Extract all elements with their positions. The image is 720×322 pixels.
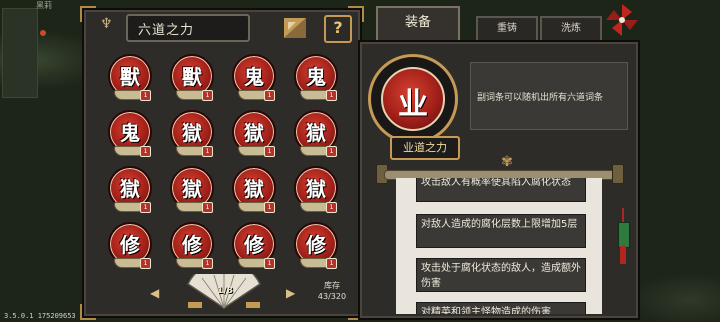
power-token[interactable]: 獄1 [108,166,152,220]
tab-equip[interactable]: 装备 [376,6,460,42]
token-badge: 1 [140,258,151,269]
panel-title-tab: 六道之力 [126,14,250,42]
world-label: 黑莉 [36,1,52,10]
token-badge: 1 [140,146,151,157]
version-label: 3.5.0.1 175209653 [4,312,76,320]
token-badge: 1 [264,202,275,213]
power-token[interactable]: 獸1 [170,54,214,108]
power-token[interactable]: 獄1 [294,166,338,220]
next-page-arrow-icon[interactable]: ▶ [286,286,295,300]
world-decoration [40,30,46,36]
token-glyph: 獸 [120,65,140,89]
affix-entry: 对敌人造成的腐化层数上限增加5层 [416,214,586,248]
token-glyph: 獄 [182,121,202,145]
token-glyph: 修 [120,233,140,257]
sort-button[interactable] [282,16,308,40]
token-badge: 1 [264,146,275,157]
token-badge: 1 [202,202,213,213]
power-token[interactable]: 修1 [170,222,214,276]
token-glyph: 獄 [182,177,202,201]
power-token[interactable]: 獄1 [294,110,338,164]
flourish-icon: ♆ [100,16,113,32]
token-badge: 1 [202,146,213,157]
power-token[interactable]: 鬼1 [232,54,276,108]
token-glyph: 修 [306,233,326,257]
power-token[interactable]: 獄1 [232,166,276,220]
side-hud-icon[interactable] [2,8,38,98]
token-glyph: 鬼 [120,121,140,145]
power-token[interactable]: 獄1 [170,166,214,220]
selected-item-glyph: 业 [398,87,428,122]
power-token[interactable]: 鬼1 [108,110,152,164]
selected-item-frame: 业 [368,54,458,144]
pinwheel-close-icon[interactable] [604,2,640,38]
jade-tassel-icon [618,208,630,264]
token-glyph: 獄 [306,177,326,201]
stock-display: 库存 43/320 [312,280,352,302]
prev-page-arrow-icon[interactable]: ◀ [150,286,159,300]
token-glyph: 獸 [182,65,202,89]
token-badge: 1 [326,90,337,101]
power-token[interactable]: 鬼1 [294,54,338,108]
six-paths-panel: ♆ 六道之力 ? 獸1 獸1 鬼1 鬼1 鬼1 獄1 獄1 獄1 獄1 獄1 獄… [80,6,364,320]
affix-entry: 攻击处于腐化状态的敌人，造成额外伤害 [416,258,586,292]
token-badge: 1 [140,90,151,101]
power-token[interactable]: 獸1 [108,54,152,108]
token-badge: 1 [202,258,213,269]
token-glyph: 修 [182,233,202,257]
panel-corner-ornament [80,304,96,320]
item-name: 业道之力 [390,136,460,160]
token-badge: 1 [264,90,275,101]
tab-reforge[interactable]: 重铸 [476,16,538,40]
token-grid: 獸1 獸1 鬼1 鬼1 鬼1 獄1 獄1 獄1 獄1 獄1 獄1 獄1 修1 修… [100,50,350,272]
panel-corner-ornament [80,6,96,22]
power-token[interactable]: 獄1 [232,110,276,164]
token-glyph: 獄 [244,177,264,201]
power-token[interactable]: 修1 [108,222,152,276]
token-badge: 1 [264,258,275,269]
panel-title: 六道之力 [138,23,195,38]
token-badge: 1 [140,202,151,213]
help-button[interactable]: ? [324,15,352,43]
token-badge: 1 [326,258,337,269]
power-token[interactable]: 獄1 [170,110,214,164]
equipment-panel: 业 业道之力 副词条可以随机出所有六道词条 ✾ 攻击敌人有概率使其陷入腐化状态 … [358,40,640,320]
stock-label: 库存 [324,281,340,290]
page-indicator: 1/8 [217,286,233,296]
token-glyph: 鬼 [306,65,326,89]
affix-scroll-list[interactable]: 攻击敌人有概率使其陷入腐化状态 对敌人造成的腐化层数上限增加5层 攻击处于腐化状… [396,178,602,314]
item-description-box: 副词条可以随机出所有六道词条 [470,62,628,130]
tab-refine[interactable]: 洗炼 [540,16,602,40]
token-glyph: 鬼 [244,65,264,89]
token-glyph: 獄 [306,121,326,145]
token-glyph: 修 [244,233,264,257]
pager: ◀ 1/8 ▶ [144,274,304,312]
sort-icon [284,18,306,38]
token-glyph: 獄 [120,177,140,201]
selected-item-icon[interactable]: 业 [381,67,445,131]
power-token[interactable]: 修1 [232,222,276,276]
token-badge: 1 [326,146,337,157]
scroll-cap [612,164,624,184]
token-badge: 1 [326,202,337,213]
token-glyph: 獄 [244,121,264,145]
stock-value: 43/320 [317,292,347,301]
affix-entry: 攻击敌人有概率使其陷入腐化状态 [416,178,586,202]
token-badge: 1 [202,90,213,101]
power-token[interactable]: 修1 [294,222,338,276]
affix-entry: 对精英和领主怪物造成的伤害 [416,302,586,314]
item-description: 副词条可以随机出所有六道词条 [477,93,604,103]
